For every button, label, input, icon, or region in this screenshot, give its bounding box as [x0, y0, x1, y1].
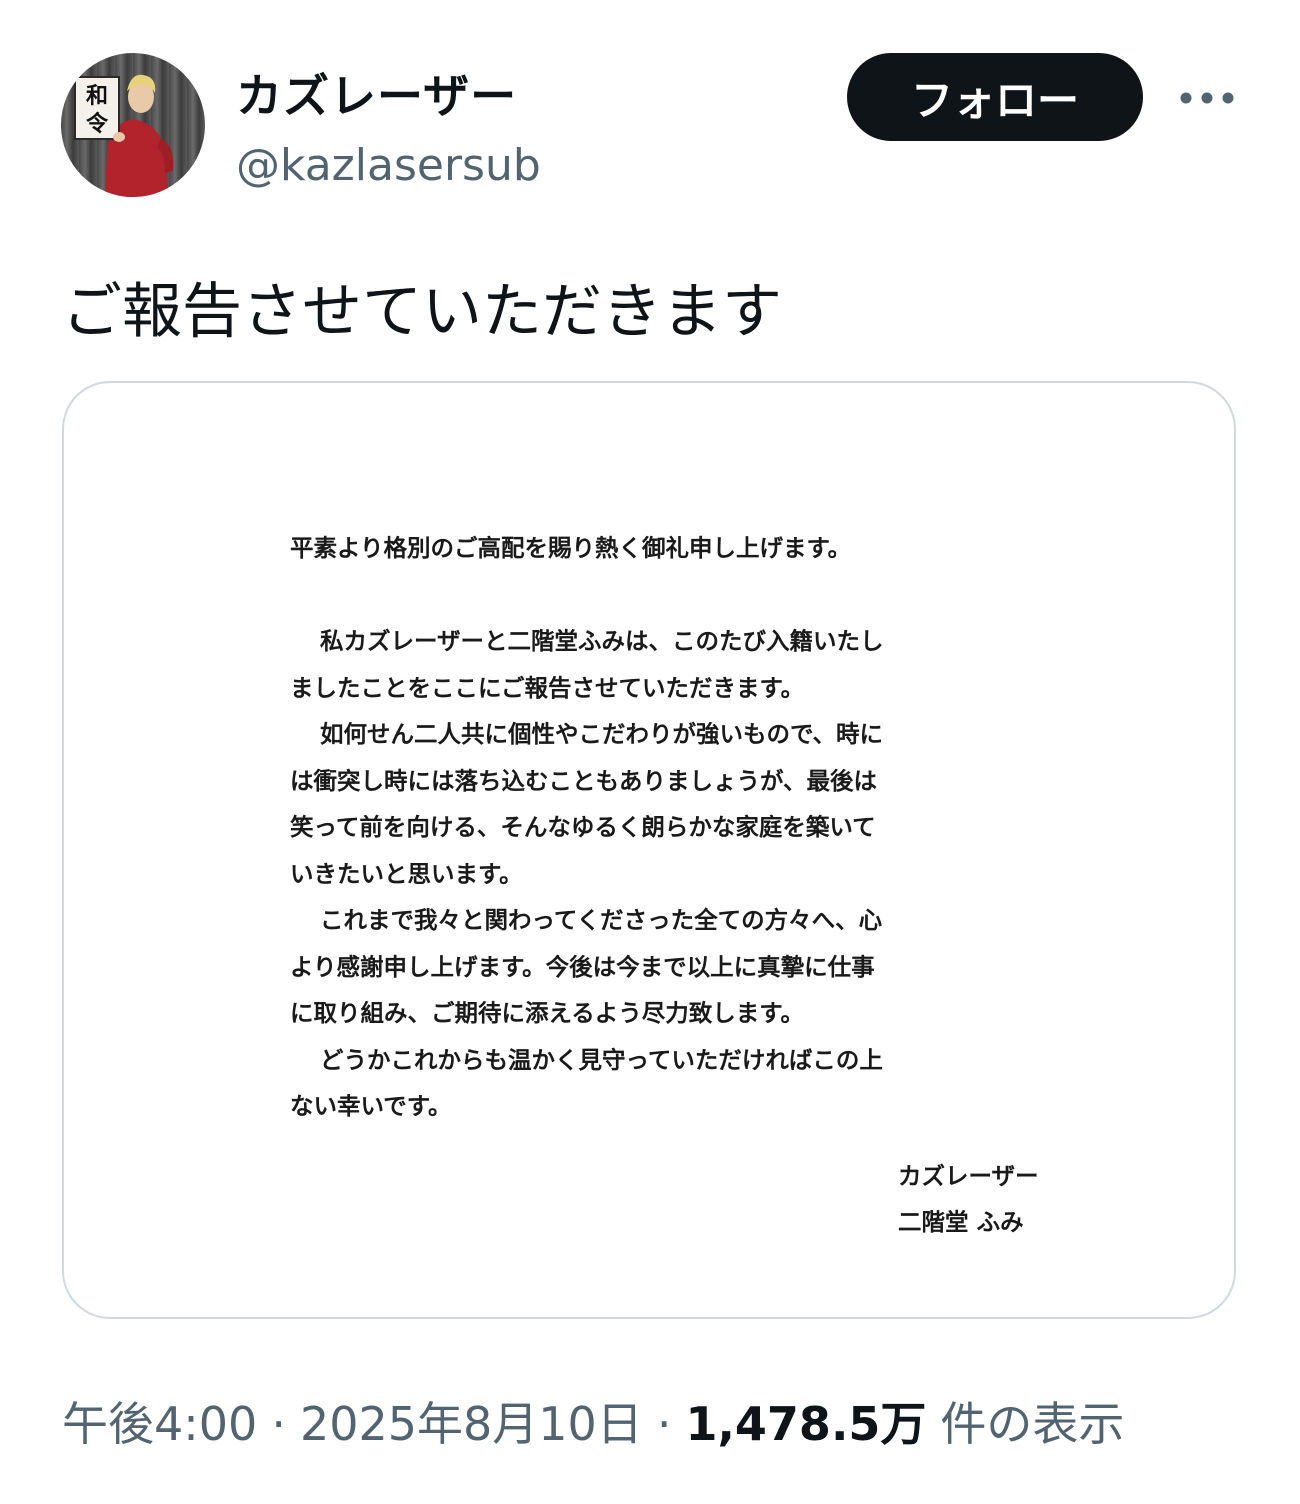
tweet-meta: 午後4:00 · 2025年8月10日 · 1,478.5万 件の表示 [62, 1388, 1124, 1454]
letter-line: 笑って前を向ける、そんなゆるく朗らかな家庭を築いて [290, 813, 876, 841]
letter-line: いきたいと思います。 [290, 859, 523, 888]
letter-line: 私カズレーザーと二階堂ふみは、このたび入籍いたし [320, 627, 884, 655]
tweet-text: ご報告させていただきます [62, 277, 782, 347]
signature-name-2: 二階堂 ふみ [898, 1208, 1024, 1236]
letter-gap [290, 572, 990, 619]
letter-line: より感謝申し上げます。今後は今まで以上に真摯に仕事 [290, 952, 875, 981]
avatar-sign-char-2: 令 [86, 111, 109, 137]
letter-line: ない幸いです。 [290, 1092, 452, 1120]
letter-line: に取り組み、ご期待に添えるよう尽力致します。 [290, 999, 804, 1027]
avatar[interactable]: 和 令 [61, 53, 205, 197]
signature-name-1: カズレーザー [898, 1162, 1039, 1190]
letter-line: どうかこれからも温かく見守っていただければこの上 [320, 1045, 883, 1074]
letter-opening: 平素より格別のご高配を賜り熱く御礼申し上げます。 [290, 534, 852, 562]
follow-button[interactable]: フォロー [847, 53, 1143, 141]
avatar-sign-char-1: 和 [86, 83, 108, 109]
meta-separator: · [271, 1397, 286, 1451]
letter-line: 如何せん二人共に個性やこだわりが強いもので、時に [320, 720, 884, 748]
views-label: 件の表示 [940, 1397, 1125, 1451]
letter-signature: カズレーザー 二階堂 ふみ [898, 1153, 1039, 1245]
more-horizontal-icon [1180, 92, 1234, 104]
letter-line: ましたことをここにご報告させていただきます。 [290, 673, 805, 702]
letter-line: これまで我々と関わってくださった全ての方々へ、心 [320, 906, 883, 934]
display-name[interactable]: カズレーザー [236, 60, 517, 126]
views-count: 1,478.5万 [685, 1397, 927, 1451]
more-options-button[interactable] [1176, 78, 1238, 118]
announcement-letter: 平素より格別のご高配を賜り熱く御礼申し上げます。 私カズレーザーと二階堂ふみは、… [290, 525, 990, 1130]
tweet-time[interactable]: 午後4:00 [62, 1388, 257, 1454]
tweet-media-image[interactable]: 平素より格別のご高配を賜り熱く御礼申し上げます。 私カズレーザーと二階堂ふみは、… [62, 381, 1236, 1319]
avatar-image: 和 令 [74, 74, 174, 197]
meta-separator: · [656, 1397, 672, 1451]
user-handle[interactable]: @kazlasersub [236, 140, 541, 191]
tweet-date[interactable]: 2025年8月10日 [300, 1388, 643, 1454]
letter-line: は衝突し時には落ち込むこともありましょうが、最後は [290, 766, 878, 795]
